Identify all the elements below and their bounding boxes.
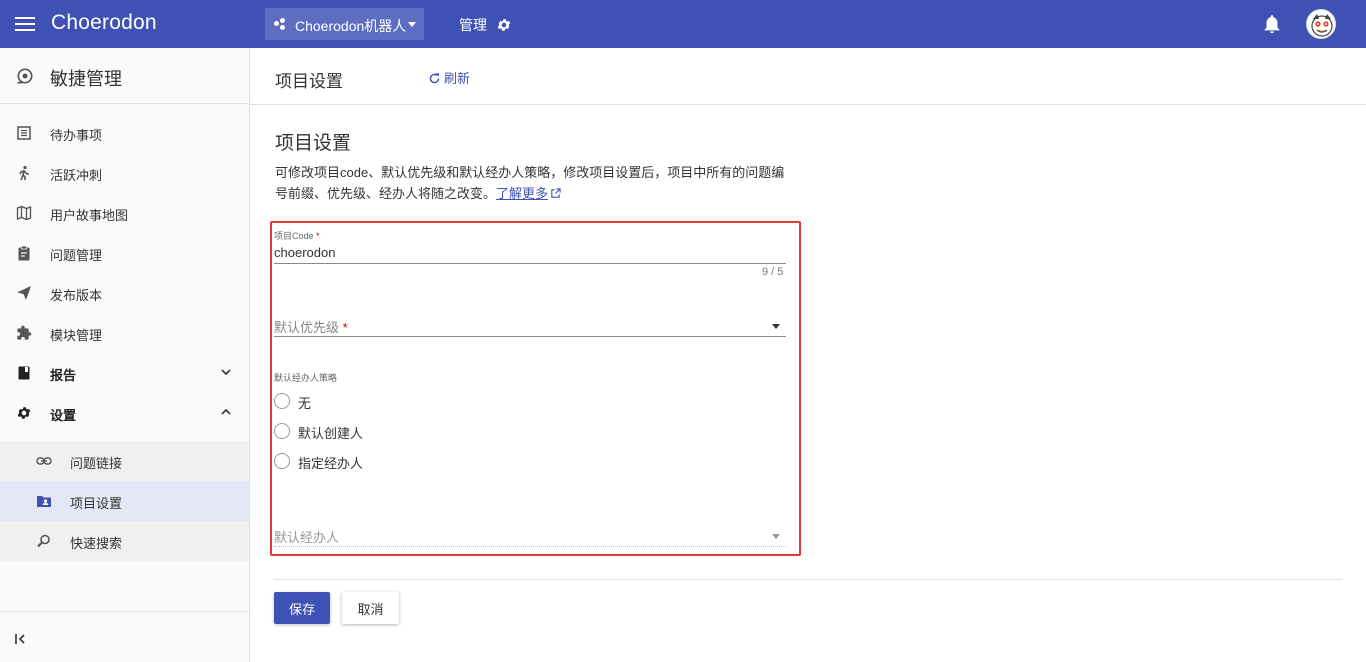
book-icon [18, 366, 30, 380]
sidebar-subitem-issue-links[interactable]: 问题链接 [0, 441, 249, 481]
sidebar-item-active-sprint[interactable]: 活跃冲刺 [0, 153, 249, 193]
default-assignee-select[interactable]: 默认经办人 [274, 523, 786, 547]
radio-circle [274, 423, 290, 439]
save-button[interactable]: 保存 [274, 592, 330, 624]
puzzle-icon [17, 325, 32, 340]
section-title: 项目设置 [275, 133, 352, 154]
sidebar-item-settings[interactable]: 设置 [0, 393, 249, 433]
project-selector[interactable]: Choerodon机器人 [265, 8, 424, 40]
bell-icon[interactable] [1261, 13, 1283, 35]
sidebar-item-label: 报告 [50, 368, 77, 383]
code-field-label: 项目Code * [274, 231, 320, 241]
sidebar-subitem-project-settings[interactable]: 项目设置 [0, 481, 249, 521]
sidebar-subitem-label: 快速搜索 [70, 536, 123, 551]
radio-label: 指定经办人 [298, 456, 364, 471]
brand-logo[interactable]: Choerodon [51, 11, 157, 35]
collapse-sidebar-icon[interactable] [14, 633, 28, 645]
project-code-input[interactable] [274, 242, 786, 264]
highlight-box [270, 221, 801, 556]
chevron-up-icon [221, 408, 231, 415]
character-counter: 9 / 5 [762, 266, 784, 278]
sidebar-item-label: 活跃冲刺 [50, 168, 103, 183]
external-link-icon [551, 188, 561, 198]
link-icon [36, 457, 52, 465]
sidebar: 敏捷管理 待办事项 活跃冲刺 用户故事地图 问题管理 发布版本 模块管理 报告 … [0, 48, 250, 662]
sidebar-item-issues[interactable]: 问题管理 [0, 233, 249, 273]
radio-label: 默认创建人 [298, 426, 364, 441]
settings-submenu: 问题链接 项目设置 快速搜索 [0, 441, 249, 561]
sidebar-item-label: 发布版本 [50, 288, 103, 303]
sidebar-header: 敏捷管理 [0, 48, 249, 104]
sidebar-item-reports[interactable]: 报告 [0, 353, 249, 393]
caret-down-icon [772, 534, 780, 539]
sidebar-item-label: 模块管理 [50, 328, 103, 343]
assignee-strategy-label: 默认经办人策略 [274, 373, 338, 383]
hamburger-menu-icon[interactable] [14, 14, 36, 34]
default-priority-select[interactable]: 默认优先级 * [274, 313, 786, 337]
refresh-icon [429, 73, 440, 84]
agile-icon [17, 68, 33, 84]
sidebar-subitem-quick-search[interactable]: 快速搜索 [0, 521, 249, 561]
sidebar-title: 敏捷管理 [50, 69, 122, 89]
manage-label: 管理 [459, 17, 487, 33]
sidebar-subitem-label: 问题链接 [70, 456, 123, 471]
sidebar-item-modules[interactable]: 模块管理 [0, 313, 249, 353]
radio-circle [274, 393, 290, 409]
clipboard-icon [18, 245, 30, 261]
section-description: 可修改项目code、默认优先级和默认经办人策略，修改项目设置后，项目中所有的问题… [275, 162, 795, 204]
paper-plane-icon [17, 286, 31, 300]
form-divider [274, 579, 1342, 580]
search-icon [37, 534, 50, 548]
map-icon [16, 205, 32, 221]
cancel-button[interactable]: 取消 [342, 592, 399, 624]
sidebar-item-label: 待办事项 [50, 128, 103, 143]
sidebar-item-release[interactable]: 发布版本 [0, 273, 249, 313]
user-avatar[interactable] [1306, 9, 1336, 39]
assignee-placeholder: 默认经办人 [274, 530, 340, 545]
sidebar-item-backlog[interactable]: 待办事项 [0, 113, 249, 153]
sidebar-subitem-label: 项目设置 [70, 496, 123, 511]
chevron-down-icon [221, 369, 231, 376]
gear-icon [497, 19, 511, 31]
sidebar-footer [0, 611, 249, 662]
page-title: 项目设置 [275, 72, 343, 91]
learn-more-link[interactable]: 了解更多 [496, 186, 548, 201]
top-app-bar: Choerodon Choerodon机器人 管理 [0, 0, 1366, 48]
sidebar-item-label: 用户故事地图 [50, 208, 129, 223]
priority-placeholder: 默认优先级 * [274, 320, 348, 335]
radio-circle [274, 453, 290, 469]
sidebar-item-label: 设置 [50, 408, 77, 423]
avatar-image [1311, 14, 1333, 37]
refresh-button[interactable]: 刷新 [428, 68, 470, 87]
main-content: 项目设置 刷新 项目设置 可修改项目code、默认优先级和默认经办人策略，修改项… [250, 48, 1366, 662]
refresh-label: 刷新 [444, 71, 471, 86]
project-name: Choerodon机器人 [295, 18, 407, 34]
sidebar-item-story-map[interactable]: 用户故事地图 [0, 193, 249, 233]
radio-label: 无 [298, 396, 312, 411]
backlog-list-icon [17, 126, 31, 140]
gear-icon [17, 407, 31, 419]
folder-person-icon [37, 496, 51, 507]
running-man-icon [19, 165, 29, 181]
caret-down-icon [408, 22, 416, 27]
sidebar-item-label: 问题管理 [50, 248, 103, 263]
manage-button[interactable]: 管理 [459, 15, 512, 35]
project-dots-icon [274, 18, 286, 30]
page-header: 项目设置 刷新 [250, 48, 1366, 105]
caret-down-icon [772, 324, 780, 329]
